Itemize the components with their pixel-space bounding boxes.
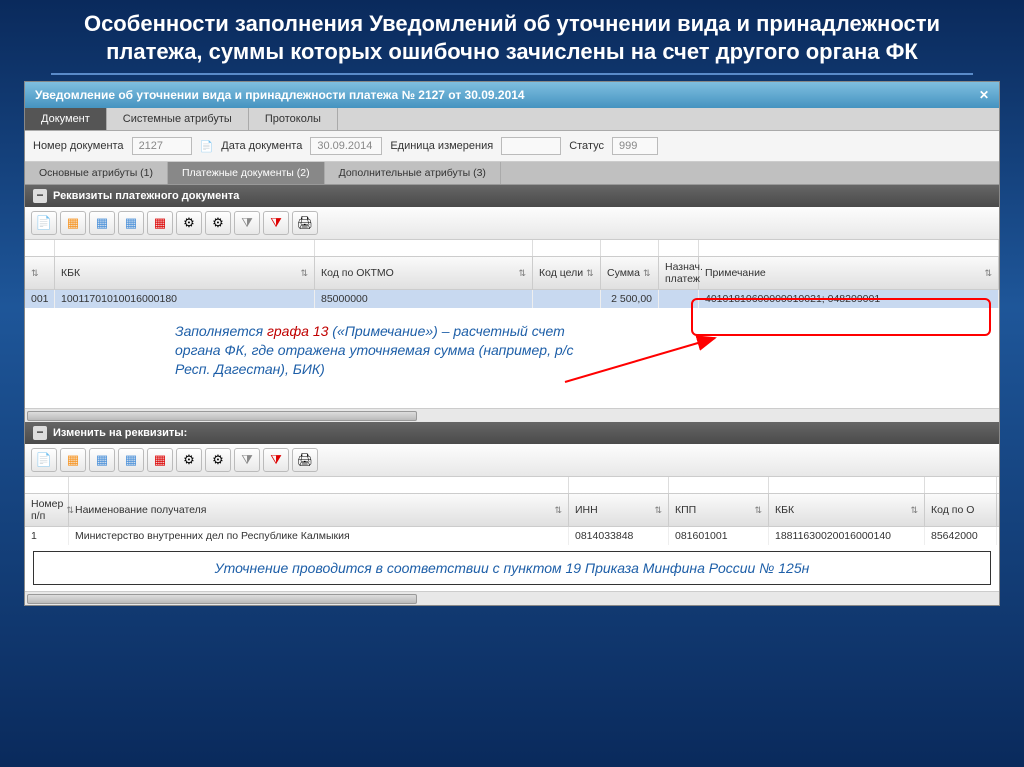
cell2-kpp: 081601001 [669, 527, 769, 545]
collapse-icon-2[interactable]: − [33, 426, 47, 440]
section1-header: − Реквизиты платежного документа [25, 185, 999, 207]
cell-kbk: 10011701010016000180 [55, 290, 315, 308]
main-tabs: Документ Системные атрибуты Протоколы [25, 108, 999, 131]
tb2-new-icon[interactable]: 📄 [31, 448, 57, 472]
tb-print-icon[interactable]: 🖨 [292, 211, 318, 235]
tb-funnel-icon[interactable]: ⧩ [234, 211, 260, 235]
col-kodceli[interactable]: Код цели⇅ [533, 257, 601, 289]
col-oktmo[interactable]: Код по ОКТМО⇅ [315, 257, 533, 289]
tb2-funnel-icon[interactable]: ⧩ [234, 448, 260, 472]
cell-num: 001 [25, 290, 55, 308]
col-summa[interactable]: Сумма⇅ [601, 257, 659, 289]
grid2-header: Номер п/п⇅ Наименование получателя⇅ ИНН⇅… [25, 494, 999, 527]
status-label: Статус [569, 140, 604, 152]
tb-gear2-icon[interactable]: ⚙ [205, 211, 231, 235]
cell-summa: 2 500,00 [601, 290, 659, 308]
footnote-box: Уточнение проводится в соответствии с пу… [33, 551, 991, 585]
grid1-row[interactable]: 001 10011701010016000180 85000000 2 500,… [25, 290, 999, 308]
slide-title: Особенности заполнения Уведомлений об ут… [0, 0, 1024, 73]
tb-funnel-del-icon[interactable]: ⧩ [263, 211, 289, 235]
grid2-toolbar: 📄 ▦ ▦ ▦ ▦ ⚙ ⚙ ⧩ ⧩ 🖨 [25, 444, 999, 477]
tb2-grid3-icon[interactable]: ▦ [118, 448, 144, 472]
tb2-gear2-icon[interactable]: ⚙ [205, 448, 231, 472]
annotation-text: Заполняется графа 13 («Примечание») – ра… [175, 322, 595, 379]
tb2-print-icon[interactable]: 🖨 [292, 448, 318, 472]
cell2-inn: 0814033848 [569, 527, 669, 545]
grid2-scrollbar[interactable] [25, 591, 999, 605]
col-prim[interactable]: Примечание⇅ [699, 257, 999, 289]
cell2-name: Министерство внутренних дел по Республик… [69, 527, 569, 545]
tb-grid2-icon[interactable]: ▦ [89, 211, 115, 235]
grid1-header: ⇅ КБК⇅ Код по ОКТМО⇅ Код цели⇅ Сумма⇅ На… [25, 257, 999, 290]
doc-icon[interactable]: 📄 [200, 140, 214, 153]
grid2-filter-row [25, 477, 999, 494]
tb2-del-icon[interactable]: ▦ [147, 448, 173, 472]
window-title-bar: Уведомление об уточнении вида и принадле… [25, 82, 999, 108]
tb2-grid2-icon[interactable]: ▦ [89, 448, 115, 472]
doc-date-input[interactable] [310, 137, 382, 155]
col-nazn[interactable]: Назнач. платеж [659, 257, 699, 289]
doc-form-row: Номер документа 📄 Дата документа Единица… [25, 131, 999, 162]
window-title: Уведомление об уточнении вида и принадле… [35, 88, 525, 102]
col2-okt[interactable]: Код по О [925, 494, 997, 526]
collapse-icon[interactable]: − [33, 189, 47, 203]
section2-header: − Изменить на реквизиты: [25, 422, 999, 444]
close-icon[interactable]: ✕ [979, 88, 989, 102]
col-kbk[interactable]: КБК⇅ [55, 257, 315, 289]
sub-tabs: Основные атрибуты (1) Платежные документ… [25, 162, 999, 185]
cell2-okt: 85642000 [925, 527, 997, 545]
subtab-extra-attrs[interactable]: Дополнительные атрибуты (3) [325, 162, 501, 184]
cell-kodceli [533, 290, 601, 308]
section2-title: Изменить на реквизиты: [53, 427, 187, 439]
col2-name[interactable]: Наименование получателя⇅ [69, 494, 569, 526]
section1-title: Реквизиты платежного документа [53, 190, 239, 202]
tab-system-attrs[interactable]: Системные атрибуты [107, 108, 249, 130]
col2-kpp[interactable]: КПП⇅ [669, 494, 769, 526]
unit-input[interactable] [501, 137, 561, 155]
subtab-main-attrs[interactable]: Основные атрибуты (1) [25, 162, 168, 184]
tab-document[interactable]: Документ [25, 108, 107, 130]
tb-grid3-icon[interactable]: ▦ [118, 211, 144, 235]
col2-num[interactable]: Номер п/п⇅ [25, 494, 69, 526]
cell-nazn [659, 290, 699, 308]
grid1-filter-row [25, 240, 999, 257]
col-spacer[interactable]: ⇅ [25, 257, 55, 289]
status-input[interactable] [612, 137, 658, 155]
tab-protocols[interactable]: Протоколы [249, 108, 338, 130]
grid2-row[interactable]: 1 Министерство внутренних дел по Республ… [25, 527, 999, 545]
tb-del-icon[interactable]: ▦ [147, 211, 173, 235]
cell-oktmo: 85000000 [315, 290, 533, 308]
tb2-gear-icon[interactable]: ⚙ [176, 448, 202, 472]
doc-date-label: Дата документа [221, 140, 302, 152]
cell2-num: 1 [25, 527, 69, 545]
col2-kbk[interactable]: КБК⇅ [769, 494, 925, 526]
tb-new-icon[interactable]: 📄 [31, 211, 57, 235]
cell-prim: 40101810600000010021; 048209001 [699, 290, 999, 308]
cell2-kbk: 18811630020016000140 [769, 527, 925, 545]
title-underline [51, 73, 973, 75]
subtab-payment-docs[interactable]: Платежные документы (2) [168, 162, 325, 184]
doc-num-label: Номер документа [33, 140, 124, 152]
tb-gear-icon[interactable]: ⚙ [176, 211, 202, 235]
doc-num-input[interactable] [132, 137, 192, 155]
tb2-funnel-del-icon[interactable]: ⧩ [263, 448, 289, 472]
unit-label: Единица измерения [390, 140, 493, 152]
tb2-grid1-icon[interactable]: ▦ [60, 448, 86, 472]
col2-inn[interactable]: ИНН⇅ [569, 494, 669, 526]
tb-grid1-icon[interactable]: ▦ [60, 211, 86, 235]
app-window: Уведомление об уточнении вида и принадле… [24, 81, 1000, 606]
grid1-toolbar: 📄 ▦ ▦ ▦ ▦ ⚙ ⚙ ⧩ ⧩ 🖨 [25, 207, 999, 240]
grid1-scrollbar[interactable] [25, 408, 999, 422]
